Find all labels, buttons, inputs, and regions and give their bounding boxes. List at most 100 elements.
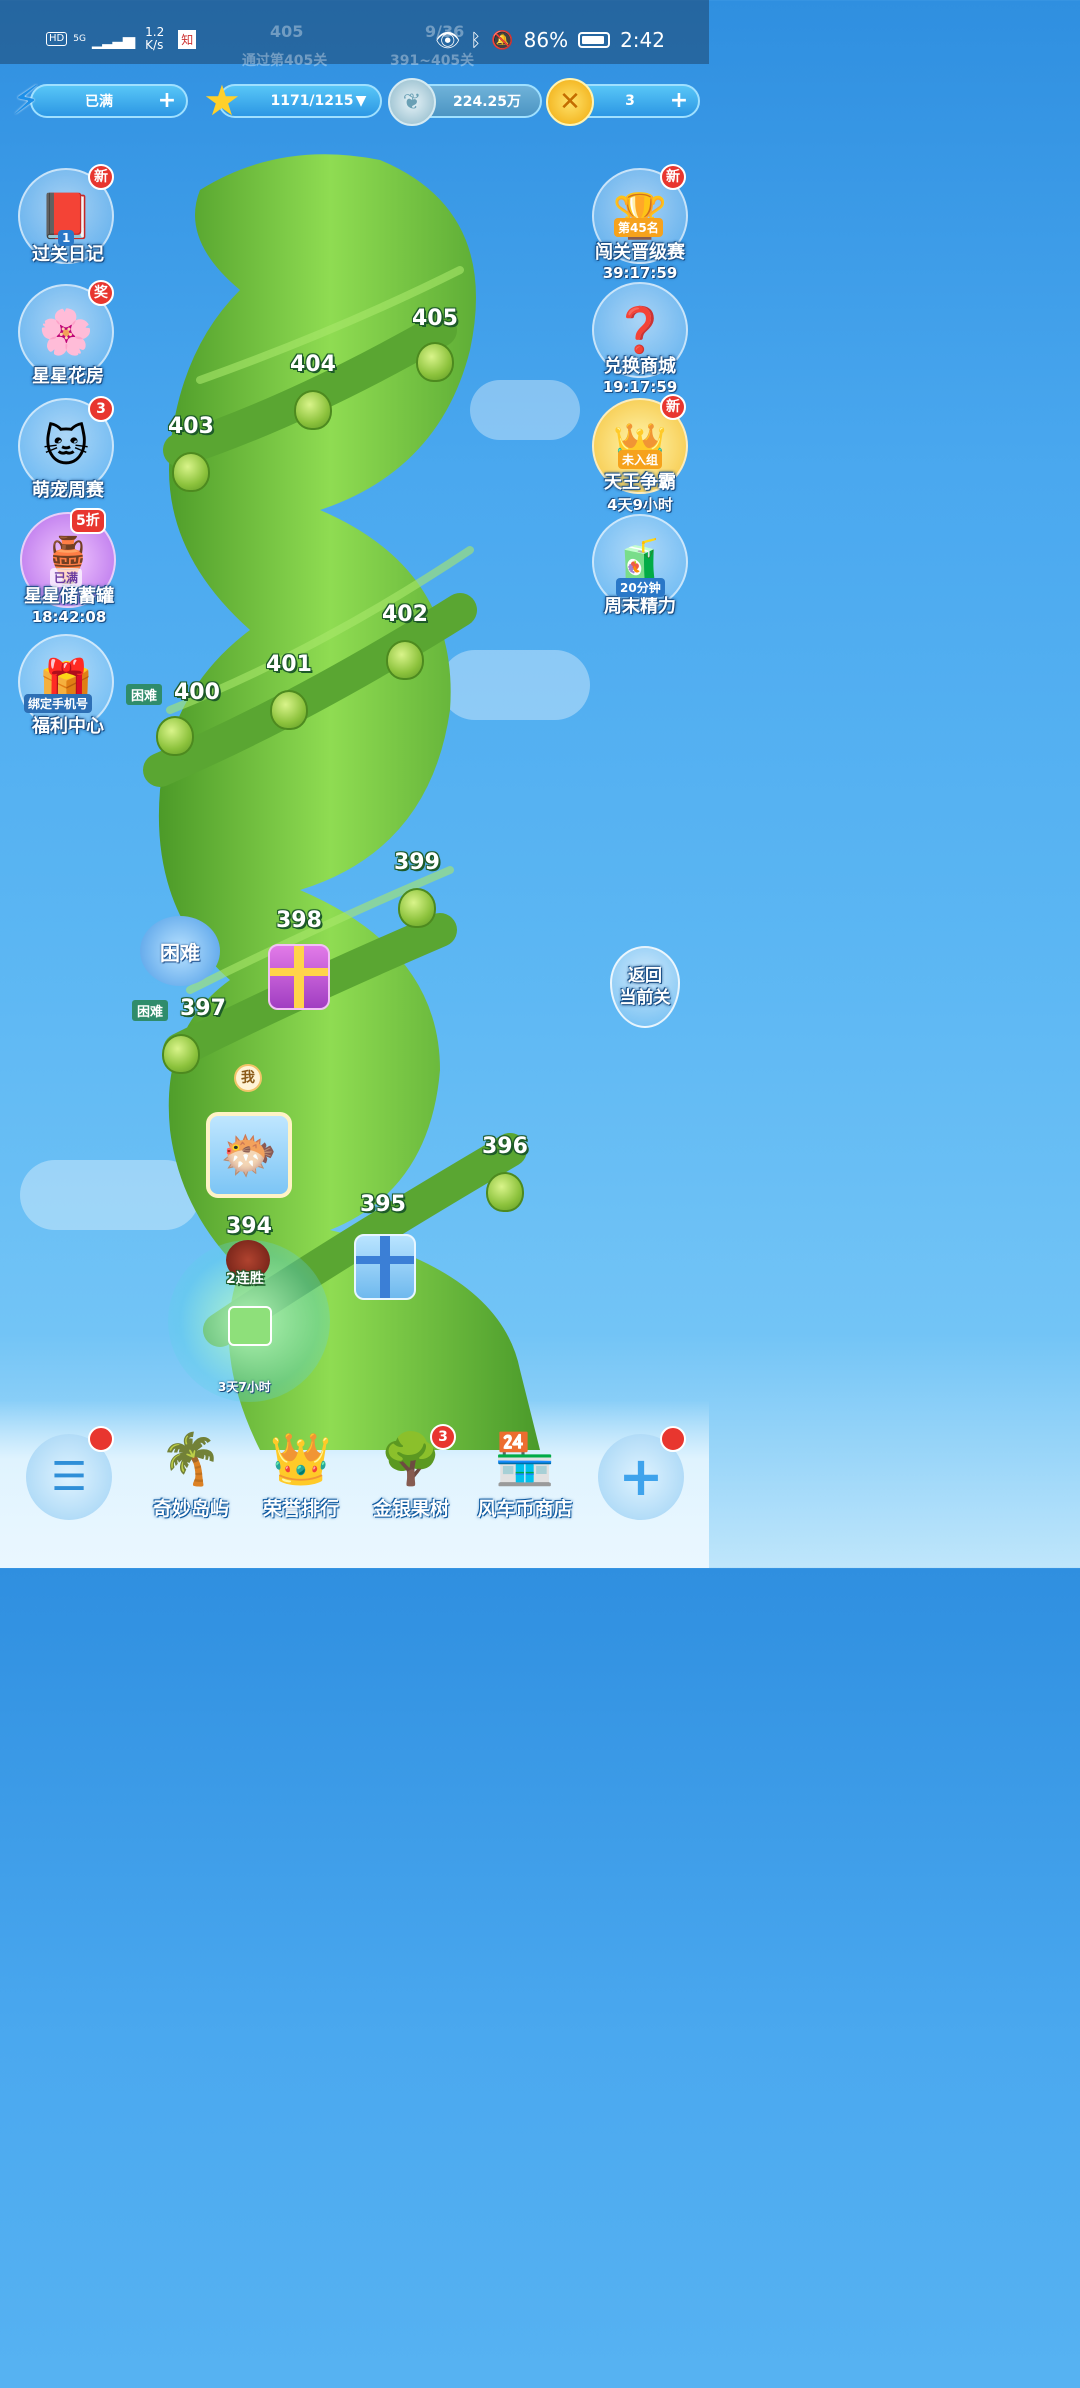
- add-tokens-button[interactable]: +: [668, 90, 690, 112]
- level-401-number: 401: [266, 652, 312, 677]
- level-397-pod[interactable]: [162, 1034, 200, 1074]
- faded-level-number: 405: [270, 22, 304, 41]
- streak-bubble[interactable]: 2连胜 3天7小时: [168, 1240, 330, 1402]
- mute-bell-icon: 🔕: [491, 29, 514, 51]
- star-icon: ★: [203, 75, 241, 125]
- promotion-timer: 39:17:59: [602, 264, 678, 282]
- count-badge: 3: [88, 396, 114, 422]
- speed-unit: K/s: [145, 38, 164, 52]
- welfare-label: 福利中心: [32, 716, 104, 737]
- king-battle-label: 天王争霸: [604, 472, 676, 493]
- level-396-pod[interactable]: [486, 1172, 524, 1212]
- level-404-number: 404: [290, 352, 336, 377]
- gift-ribbon: [356, 1256, 414, 1264]
- left-menu-diary[interactable]: 📕 新 1 过关日记: [18, 164, 118, 266]
- crown-rank-icon: 👑: [269, 1430, 333, 1488]
- me-marker: 我: [234, 1064, 262, 1092]
- left-menu-welfare[interactable]: 🎁 绑定手机号 福利中心: [18, 634, 118, 738]
- level-403-number: 403: [168, 414, 214, 439]
- nav-shop-label: 风车币商店: [477, 1498, 573, 1520]
- right-menu-promotion[interactable]: 🏆 新 第45名 闯关晋级赛 39:17:59: [582, 164, 698, 282]
- stars-dropdown-icon[interactable]: ▼: [350, 90, 372, 112]
- left-menu-piggy-bank[interactable]: 🏺 5折 已满 星星储蓄罐 18:42:08: [10, 508, 128, 626]
- nav-fruit-tree-label: 金银果树: [372, 1498, 449, 1520]
- nav-island[interactable]: 🌴 奇妙岛屿: [148, 1424, 234, 1521]
- rank-tag: 第45名: [614, 218, 663, 237]
- return-current-level-button[interactable]: 返回 当前关: [610, 946, 680, 1028]
- coins-value: 224.25万: [452, 94, 522, 110]
- level-394-number: 394: [226, 1214, 272, 1239]
- level-398-number: 398: [276, 908, 322, 933]
- flower-house-label: 星星花房: [32, 366, 104, 387]
- hard-tag: 困难: [132, 1000, 169, 1021]
- gift-ribbon: [294, 946, 304, 1008]
- hard-tag: 困难: [126, 684, 163, 705]
- lightning-icon: ⚡: [12, 78, 41, 124]
- level-402-number: 402: [382, 602, 428, 627]
- level-397-number: 397: [180, 996, 226, 1021]
- clock: 2:42: [620, 28, 665, 52]
- discount-badge: 5折: [70, 508, 106, 534]
- hard-flower-marker: 困难: [140, 916, 220, 986]
- battery-percent: 86%: [523, 28, 569, 52]
- energy-bar[interactable]: 已满 +: [30, 84, 188, 118]
- level-403-pod[interactable]: [172, 452, 210, 492]
- nav-island-label: 奇妙岛屿: [152, 1498, 229, 1520]
- leaf-coin-icon: ❦: [388, 78, 436, 126]
- piggy-full-tag: 已满: [50, 568, 83, 587]
- bonus-timer: 3天7小时: [218, 1380, 271, 1394]
- right-menu-king-battle[interactable]: 👑 新 未入组 天王争霸 4天9小时: [582, 394, 698, 515]
- pet-weekly-label: 萌宠周赛: [32, 480, 104, 501]
- level-400-number: 400: [174, 680, 220, 705]
- player-avatar[interactable]: 🐡: [206, 1112, 292, 1198]
- return-label: 返回 当前关: [619, 966, 671, 1008]
- right-menu-exchange-shop[interactable]: ❓ 兑换商城 19:17:59: [582, 282, 698, 396]
- level-395-gift-icon[interactable]: [354, 1234, 416, 1300]
- battery-icon: [578, 32, 611, 48]
- level-398-gift-icon[interactable]: [268, 944, 330, 1010]
- diary-count-tag: 1: [58, 230, 75, 246]
- not-grouped-tag: 未入组: [618, 450, 663, 469]
- streak-label: 2连胜: [226, 1271, 264, 1287]
- status-bar: HD 5G ▁▂▃▅ 1.2 K/s 知 405 通过第405关 9/36 39…: [0, 0, 709, 69]
- fruit-tree-badge: 3: [430, 1424, 456, 1450]
- tokens-value: 3: [625, 93, 635, 109]
- signal-label: 5G: [73, 34, 86, 44]
- windmill-coin-icon: ✕: [546, 78, 594, 126]
- level-399-number: 399: [394, 850, 440, 875]
- nav-shop[interactable]: 🏪 风车币商店: [470, 1424, 580, 1521]
- duration-tag: 20分钟: [616, 578, 665, 597]
- level-401-pod[interactable]: [270, 690, 308, 730]
- exchange-shop-timer: 19:17:59: [602, 378, 678, 396]
- status-left: HD 5G ▁▂▃▅ 1.2 K/s 知: [46, 26, 197, 52]
- left-menu-flower-house[interactable]: 🌸 奖 星星花房: [18, 280, 118, 388]
- level-400-pod[interactable]: [156, 716, 194, 756]
- king-battle-timer: 4天9小时: [607, 496, 673, 514]
- reward-badge: 奖: [88, 280, 114, 306]
- level-405-pod[interactable]: [416, 342, 454, 382]
- piggy-bank-timer: 18:42:08: [31, 608, 107, 626]
- new-badge: 新: [88, 164, 114, 190]
- level-402-pod[interactable]: [386, 640, 424, 680]
- level-404-pod[interactable]: [294, 390, 332, 430]
- new-badge: 新: [660, 394, 686, 420]
- promotion-label: 闯关晋级赛: [595, 242, 685, 263]
- nav-ranking[interactable]: 👑 荣誉排行: [258, 1424, 344, 1521]
- gift-ribbon: [270, 968, 328, 976]
- right-menu-weekend-energy[interactable]: 🧃 20分钟 周末精力: [582, 514, 698, 618]
- bluetooth-icon: ᛒ: [470, 29, 482, 51]
- gift-ribbon: [380, 1236, 390, 1298]
- add-energy-button[interactable]: +: [156, 90, 178, 112]
- bonus-gift-icon: [228, 1306, 272, 1346]
- menu-notification-dot: [88, 1426, 114, 1452]
- bind-phone-tag: 绑定手机号: [24, 694, 93, 713]
- level-399-pod[interactable]: [398, 888, 436, 928]
- list-icon: ☰: [51, 1454, 87, 1500]
- hard-flower-label: 困难: [160, 940, 200, 965]
- plus-notification-dot: [660, 1426, 686, 1452]
- left-menu-pet-weekly[interactable]: 🐱 3 萌宠周赛: [18, 396, 118, 502]
- nav-ranking-label: 荣誉排行: [262, 1498, 339, 1520]
- faded-passed-label: 通过第405关: [242, 53, 328, 69]
- signal-icon: ▁▂▃▅: [91, 29, 135, 49]
- nav-fruit-tree[interactable]: 🌳 金银果树 3: [368, 1424, 456, 1521]
